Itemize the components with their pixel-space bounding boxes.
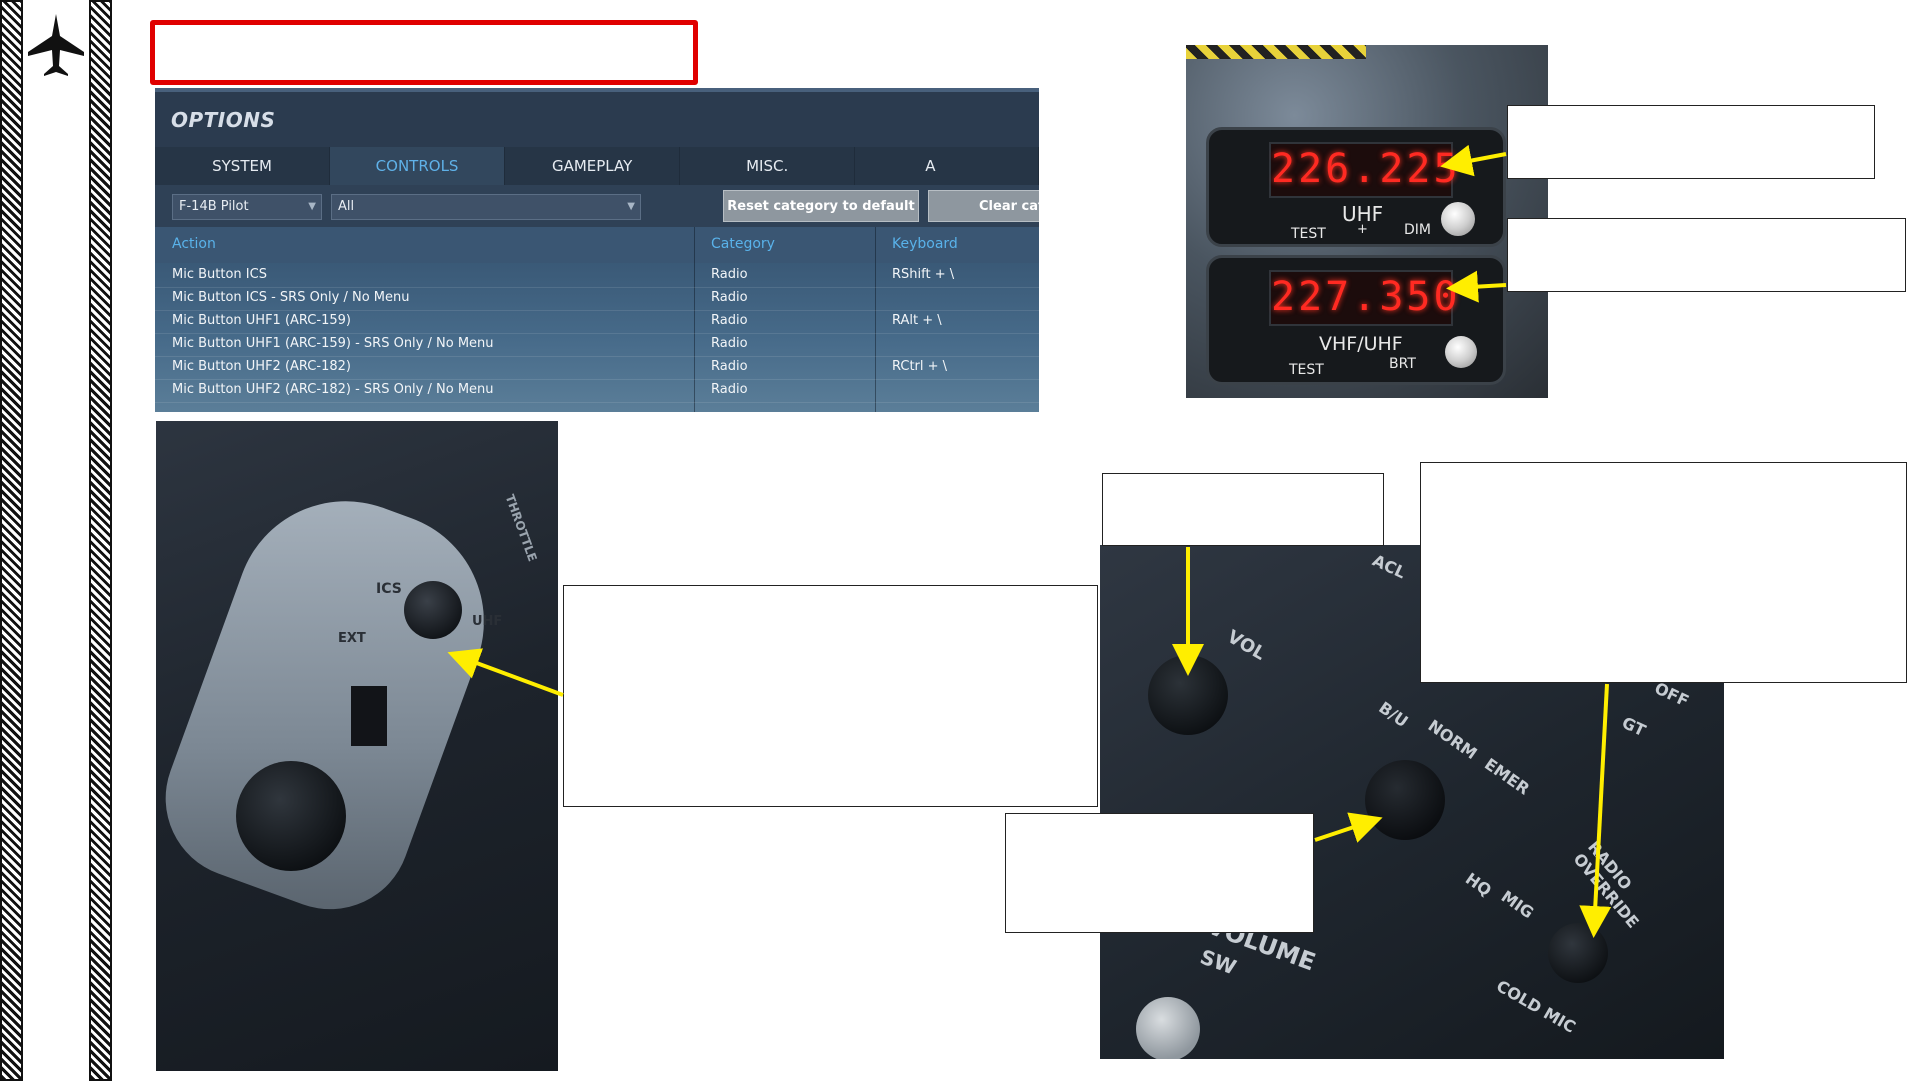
callout-arrows	[447, 144, 1612, 938]
arrow-uhf	[1440, 144, 1507, 177]
arrow-vhf	[1446, 270, 1507, 303]
arrow-cold-mic	[1579, 683, 1612, 938]
arrow-mode-selector	[1314, 812, 1383, 843]
arrow-throttle-mic	[447, 648, 564, 697]
